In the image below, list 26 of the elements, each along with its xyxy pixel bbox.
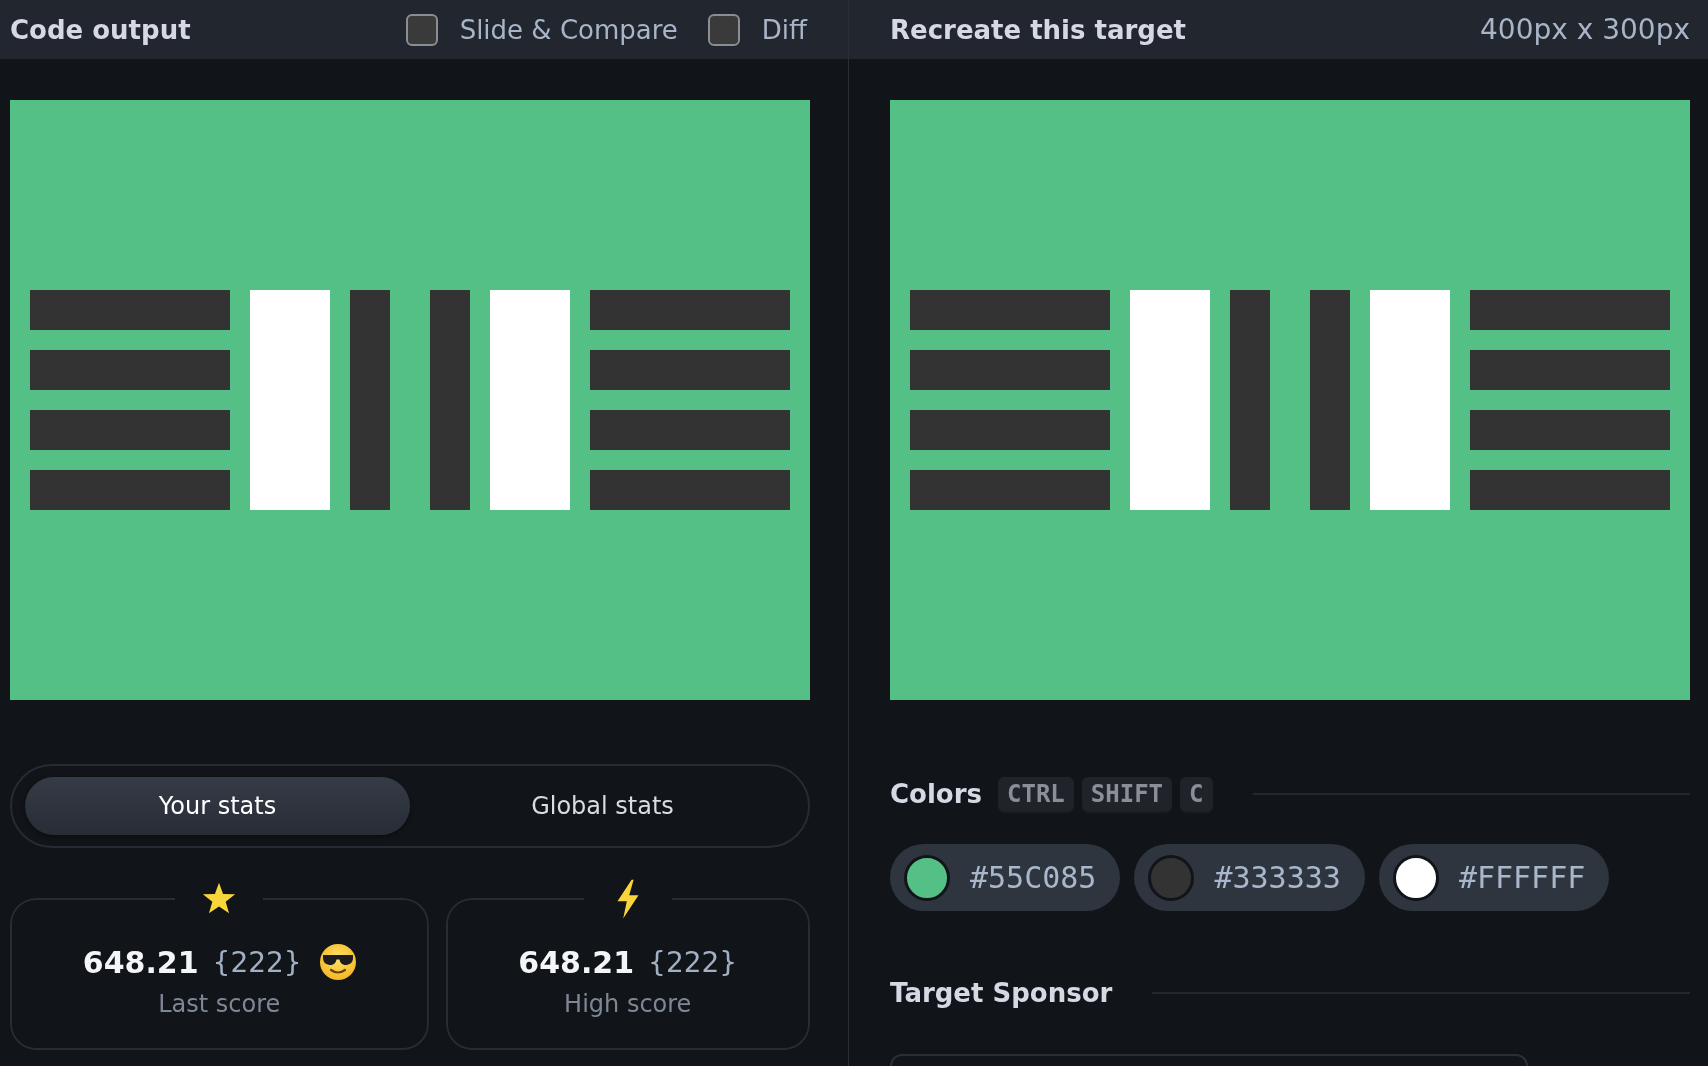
score-label: High score [564,990,692,1018]
key-cap: SHIFT [1081,777,1173,811]
score-count: {222} [212,945,302,979]
checkbox[interactable] [707,13,740,46]
score-label: Last score [158,990,281,1018]
score-count: {222} [648,945,738,979]
score-value: 648.21 [82,944,199,980]
lightning-icon [615,879,640,919]
color-chip[interactable]: #FFFFFF [1378,844,1610,911]
panel-title: Recreate this target [890,14,1187,45]
checkbox[interactable] [405,13,438,46]
color-chip[interactable]: #333333 [1134,844,1365,911]
checkbox-label[interactable]: Slide & Compare [459,14,678,45]
key-cap: CTRL [998,777,1074,811]
star-icon [202,882,237,916]
section-title: Colors [890,779,982,809]
section-title: Target Sponsor [890,978,1113,1008]
checkbox-label[interactable]: Diff [761,14,807,45]
stats-tab[interactable]: Your stats [25,777,410,835]
stats-tab[interactable]: Global stats [410,777,795,835]
color-chip[interactable]: #55C085 [890,844,1121,911]
target-size: 400px x 300px [1480,13,1690,46]
score-value: 648.21 [518,944,635,980]
sunglasses-face-icon [319,944,356,980]
panel-title: Code output [10,14,191,45]
key-cap: C [1180,777,1213,811]
